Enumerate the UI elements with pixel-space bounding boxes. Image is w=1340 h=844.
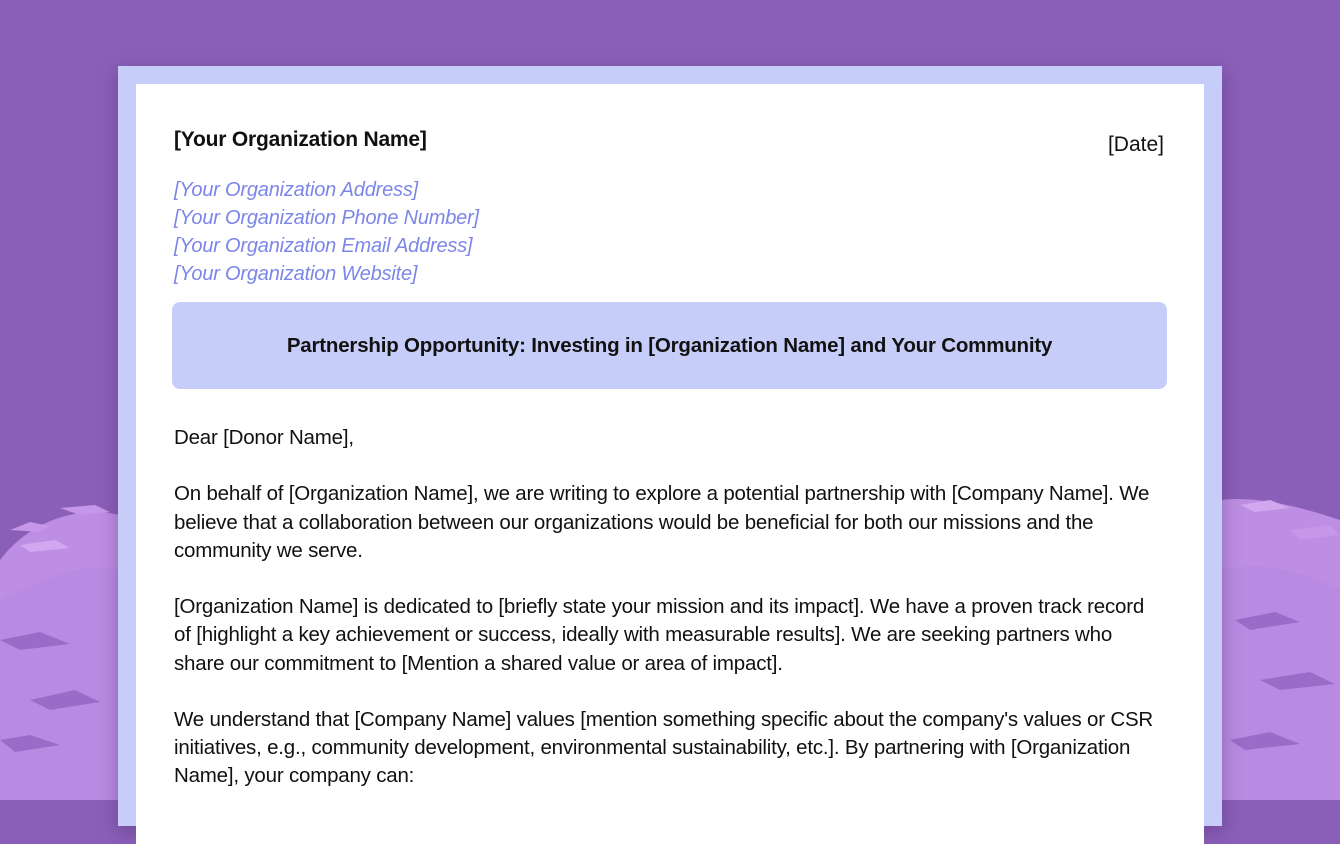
subject-line: Partnership Opportunity: Investing in [O… [286, 333, 1053, 357]
organization-email: [Your Organization Email Address] [174, 235, 473, 257]
contact-block: [Your Organization Address] [Your Organi… [174, 176, 479, 288]
greeting: Dear [Donor Name], [174, 426, 354, 449]
body-paragraph: [Organization Name] is dedicated to [bri… [174, 595, 1145, 675]
organization-address: [Your Organization Address] [174, 179, 418, 201]
organization-name: [Your Organization Name] [174, 128, 427, 151]
body-paragraph: We understand that [Company Name] values… [174, 707, 1154, 788]
body-paragraph: On behalf of [Organization Name], we are… [174, 482, 1150, 562]
organization-website: [Your Organization Website] [174, 263, 418, 285]
letter-paper-border: [Your Organization Name] [Date] [Your Or… [118, 66, 1222, 844]
organization-phone: [Your Organization Phone Number] [174, 207, 479, 229]
letter-paper: [Your Organization Name] [Date] [Your Or… [136, 84, 1204, 844]
letter-body: Dear [Donor Name], On behalf of [Organiz… [174, 424, 1164, 819]
subject-banner: Partnership Opportunity: Investing in [O… [172, 302, 1167, 389]
letter-date: [Date] [1107, 133, 1164, 156]
